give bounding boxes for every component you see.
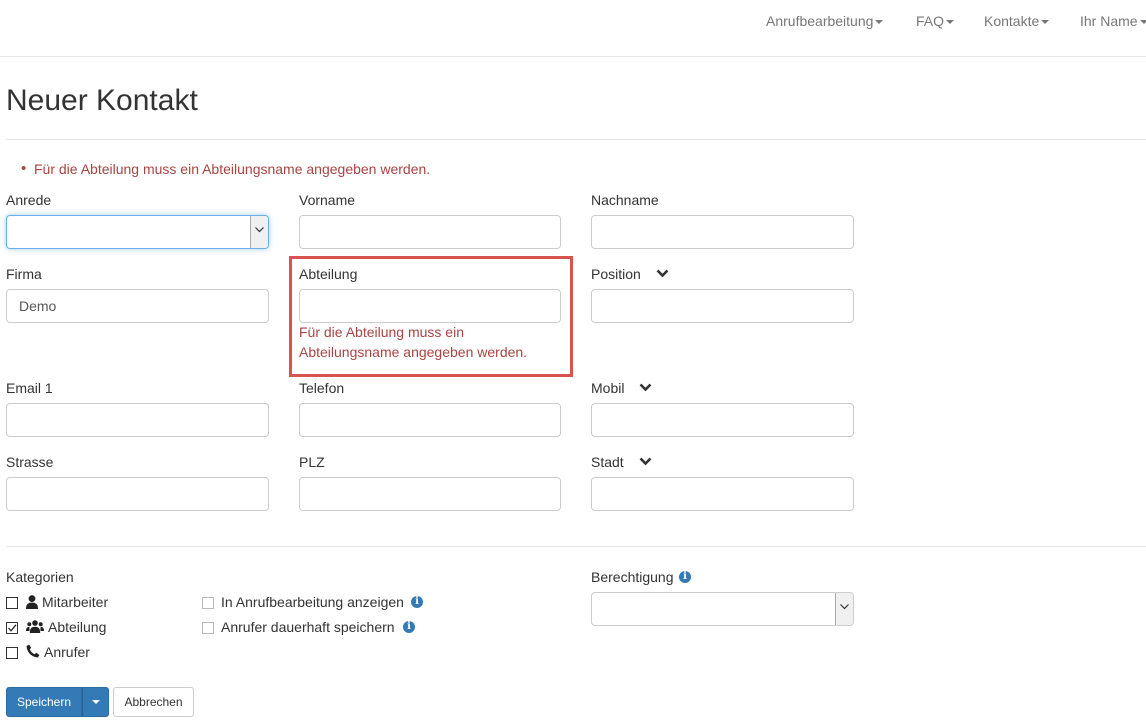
abteilung-checkbox[interactable]	[6, 622, 18, 634]
nachname-label: Nachname	[591, 192, 659, 208]
firma-input[interactable]: Demo	[6, 289, 269, 323]
nachname-input[interactable]	[591, 215, 854, 249]
users-icon	[26, 620, 44, 633]
nav-ihr-name[interactable]: Ihr Name	[1080, 13, 1146, 29]
anrufer-label: Anrufer	[44, 644, 90, 660]
stadt-label: Stadt	[591, 454, 624, 470]
chevron-down-icon	[835, 593, 853, 625]
telefon-label: Telefon	[299, 380, 345, 396]
firma-label: Firma	[6, 266, 42, 282]
kategorien-label: Kategorien	[6, 569, 74, 585]
position-input[interactable]	[591, 289, 854, 323]
page-title: Neuer Kontakt	[6, 84, 198, 117]
info-icon[interactable]: i	[679, 571, 691, 583]
caret-down-icon	[92, 700, 100, 704]
in-anrufbearbeitung-checkbox[interactable]	[202, 597, 214, 609]
mobil-input[interactable]	[591, 403, 854, 437]
chevron-down-icon	[250, 216, 268, 248]
berechtigung-select[interactable]	[591, 592, 854, 626]
nav-faq[interactable]: FAQ	[916, 13, 955, 29]
vorname-label: Vorname	[299, 192, 356, 208]
stadt-input[interactable]	[591, 477, 854, 511]
nav-kontakte-label: Kontakte	[984, 13, 1040, 29]
dauerhaft-speichern-label: Anrufer dauerhaft speichern	[221, 619, 395, 635]
nav-anrufbearbeitung-label: Anrufbearbeitung	[766, 13, 874, 29]
plz-input[interactable]	[299, 477, 561, 511]
caret-down-icon	[875, 20, 884, 25]
abteilung-error-line2: Abteilungsname angegeben werden.	[299, 344, 528, 360]
mobil-label: Mobil	[591, 380, 625, 396]
cancel-button[interactable]: Abbrechen	[113, 687, 194, 717]
abteilung-label: Abteilung	[299, 266, 358, 282]
divider	[6, 546, 1146, 547]
mitarbeiter-checkbox[interactable]	[6, 597, 18, 609]
phone-icon	[26, 644, 40, 658]
abteilung-cat-label: Abteilung	[48, 619, 107, 635]
nav-ihr-name-label: Ihr Name	[1080, 13, 1138, 29]
position-label: Position	[591, 266, 641, 282]
nav-faq-label: FAQ	[916, 13, 945, 29]
top-navbar: Anrufbearbeitung FAQ Kontakte Ihr Name	[0, 0, 1146, 57]
email1-input[interactable]	[6, 403, 269, 437]
anrufer-checkbox[interactable]	[6, 647, 18, 659]
abteilung-error-message: Für die Abteilung muss ein Abteilungsnam…	[299, 322, 559, 362]
email1-label: Email 1	[6, 380, 53, 396]
strasse-label: Strasse	[6, 454, 54, 470]
in-anrufbearbeitung-label: In Anrufbearbeitung anzeigen	[221, 594, 404, 610]
error-summary: Für die Abteilung muss ein Abteilungsnam…	[21, 160, 430, 177]
save-options-dropdown-button[interactable]	[82, 687, 109, 717]
info-icon[interactable]: i	[403, 621, 415, 633]
divider	[6, 139, 1146, 140]
caret-down-icon	[1041, 20, 1050, 25]
vorname-input[interactable]	[299, 215, 561, 249]
abteilung-input[interactable]	[299, 289, 561, 323]
chevron-down-icon[interactable]	[639, 383, 652, 392]
dauerhaft-speichern-checkbox[interactable]	[202, 622, 214, 634]
anrede-select[interactable]	[6, 215, 269, 249]
info-icon[interactable]: i	[411, 596, 423, 608]
nav-anrufbearbeitung[interactable]: Anrufbearbeitung	[766, 13, 884, 29]
berechtigung-label: Berechtigung	[591, 569, 674, 585]
abteilung-error-line1: Für die Abteilung muss ein	[299, 324, 464, 340]
telefon-input[interactable]	[299, 403, 561, 437]
mitarbeiter-label: Mitarbeiter	[42, 594, 109, 610]
plz-label: PLZ	[299, 454, 325, 470]
nav-kontakte[interactable]: Kontakte	[984, 13, 1050, 29]
chevron-down-icon[interactable]	[656, 269, 669, 278]
caret-down-icon	[946, 20, 955, 25]
strasse-input[interactable]	[6, 477, 269, 511]
checkmark-icon	[8, 624, 17, 632]
chevron-down-icon[interactable]	[639, 457, 652, 466]
anrede-label: Anrede	[6, 192, 52, 208]
caret-down-icon	[1139, 20, 1146, 25]
save-button[interactable]: Speichern	[6, 687, 82, 717]
user-icon	[26, 595, 38, 609]
